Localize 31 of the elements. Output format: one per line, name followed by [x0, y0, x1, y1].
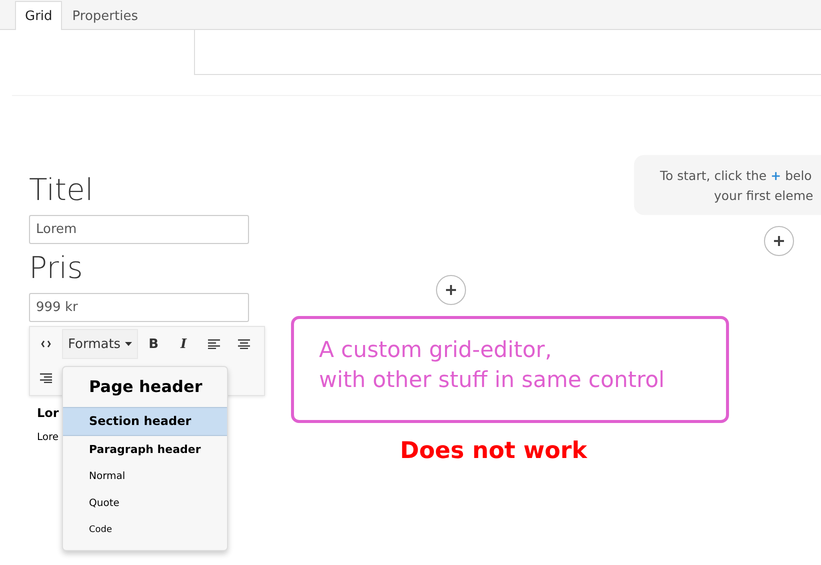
hint-text: To start, click the [660, 168, 767, 183]
menu-item[interactable]: Paragraph header [63, 436, 227, 463]
hint-text: your first eleme [714, 188, 814, 203]
formats-dropdown[interactable]: Formats [62, 329, 138, 359]
align-left-icon [208, 339, 220, 349]
menu-item[interactable]: Code [63, 517, 227, 544]
plus-sign: + [770, 168, 782, 183]
annotation-verdict: Does not work [400, 438, 588, 464]
plus-icon [774, 236, 784, 246]
tab[interactable]: Properties [62, 1, 148, 30]
input-field[interactable]: Lorem [29, 215, 249, 244]
annotation-text: A custom grid-editor, [319, 337, 553, 365]
input-field[interactable]: 999 kr [29, 293, 249, 322]
editor-text: Lore [37, 432, 60, 443]
hint-text: belo [785, 168, 812, 183]
caret-icon [124, 342, 132, 346]
align-center-icon [238, 339, 250, 349]
align-right-icon [40, 373, 52, 383]
menu-item[interactable]: Normal [63, 463, 227, 490]
tab[interactable]: Grid [15, 1, 62, 30]
code-icon [41, 340, 51, 348]
plus-icon [446, 285, 456, 295]
field-label: Pris [29, 250, 84, 288]
add-button[interactable] [764, 226, 794, 256]
annotation-text: with other stuff in same control [319, 367, 666, 395]
menu-item[interactable]: Page header [63, 367, 227, 407]
add-button[interactable] [436, 275, 466, 305]
menu-item[interactable]: Quote [63, 490, 227, 517]
editor-text: Lor [37, 406, 60, 420]
field-label: Titel [29, 172, 94, 210]
menu-item[interactable]: Section header [63, 407, 227, 436]
